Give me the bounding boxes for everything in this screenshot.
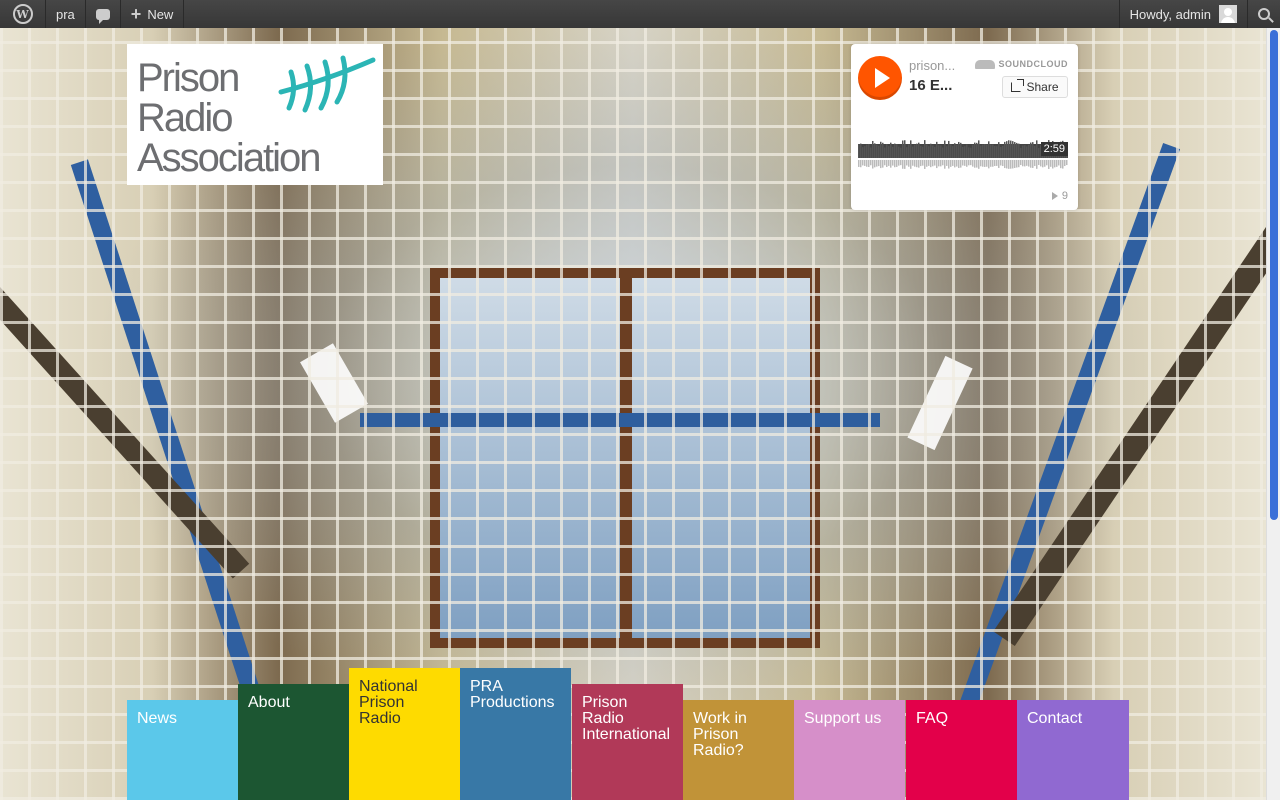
- wordpress-icon: W: [12, 4, 33, 24]
- new-label: New: [147, 6, 174, 22]
- track-duration: 2:59: [1040, 142, 1068, 156]
- play-count: 9: [1051, 190, 1068, 202]
- share-button[interactable]: Share: [1002, 76, 1068, 98]
- nav-support-us[interactable]: Support us: [794, 700, 905, 800]
- waveform[interactable]: [858, 114, 1068, 179]
- scrollbar-thumb[interactable]: [1270, 30, 1278, 520]
- admin-search-button[interactable]: [1247, 0, 1280, 28]
- soundcloud-brand[interactable]: SOUNDCLOUD: [974, 59, 1069, 69]
- radio-waves-logo-icon: [278, 55, 376, 113]
- site-logo[interactable]: Prison Radio Association: [127, 44, 383, 185]
- comments-button[interactable]: [86, 0, 121, 28]
- nav-news[interactable]: News: [127, 700, 238, 800]
- new-content-button[interactable]: + New: [121, 0, 185, 28]
- wordpress-logo-button[interactable]: W: [0, 0, 46, 28]
- my-account-menu[interactable]: Howdy, admin: [1118, 0, 1247, 28]
- plus-icon: +: [130, 4, 142, 24]
- nav-contact[interactable]: Contact: [1017, 700, 1129, 800]
- admin-bar: W pra + New Howdy, admin: [0, 0, 1280, 28]
- share-icon: [1011, 79, 1025, 92]
- howdy-label: Howdy, admin: [1129, 6, 1211, 22]
- soundcloud-player: prison... 16 E... SOUNDCLOUD Share 2:59 …: [851, 44, 1078, 210]
- site-name-link[interactable]: pra: [46, 0, 86, 28]
- play-count-icon: [1051, 192, 1058, 200]
- play-button[interactable]: [858, 56, 902, 100]
- search-icon: [1258, 8, 1270, 20]
- nav-work-in-prison-radio[interactable]: Work in Prison Radio?: [683, 700, 794, 800]
- nav-pra-productions[interactable]: PRA Productions: [460, 668, 571, 800]
- nav-faq[interactable]: FAQ: [906, 700, 1017, 800]
- soundcloud-icon: [974, 59, 995, 69]
- comment-bubble-icon: [95, 8, 110, 24]
- sc-user-link[interactable]: prison...: [909, 58, 955, 73]
- page-scrollbar[interactable]: [1266, 28, 1280, 800]
- avatar-icon: [1219, 5, 1237, 23]
- nav-prison-radio-international[interactable]: Prison Radio International: [572, 684, 683, 800]
- nav-about[interactable]: About: [238, 684, 349, 800]
- nav-national-prison-radio[interactable]: National Prison Radio: [349, 668, 460, 800]
- sc-track-title[interactable]: 16 E...: [909, 77, 952, 94]
